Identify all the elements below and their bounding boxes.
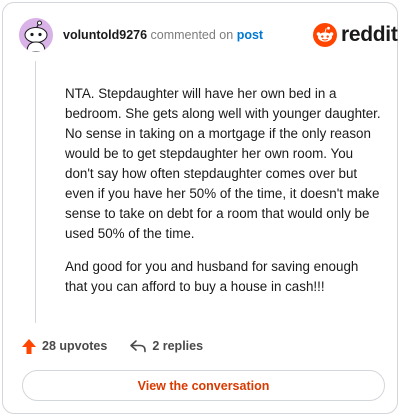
snoo-avatar-icon (19, 18, 53, 52)
avatar[interactable] (19, 18, 53, 52)
comment-header: voluntold9276 commented on post (63, 28, 263, 42)
replies-button[interactable]: 2 replies (129, 339, 203, 353)
username-link[interactable]: voluntold9276 (63, 28, 147, 42)
comment-actions: 28 upvotes 2 replies (21, 336, 203, 356)
comment-body: NTA. Stepdaughter will have her own bed … (65, 84, 383, 310)
comment-paragraph: NTA. Stepdaughter will have her own bed … (65, 86, 381, 241)
post-link[interactable]: post (237, 28, 263, 42)
upvote-arrow-icon (22, 338, 36, 354)
replies-count: 2 replies (152, 339, 204, 353)
reddit-logo[interactable]: reddit (313, 22, 398, 48)
upvote-count: 28 upvotes (42, 339, 108, 353)
reply-arrow-icon (130, 340, 147, 353)
thread-line (35, 61, 36, 323)
reddit-wordmark: reddit (341, 23, 398, 46)
view-conversation-button[interactable]: View the conversation (22, 370, 385, 401)
comment-card: voluntold9276 commented on post reddit N… (2, 2, 398, 414)
comment-paragraph: And good for you and husband for saving … (65, 259, 359, 294)
commented-on-text: commented on (150, 28, 234, 42)
reddit-alien-icon (313, 23, 337, 47)
upvote-button[interactable]: 28 upvotes (21, 338, 107, 355)
